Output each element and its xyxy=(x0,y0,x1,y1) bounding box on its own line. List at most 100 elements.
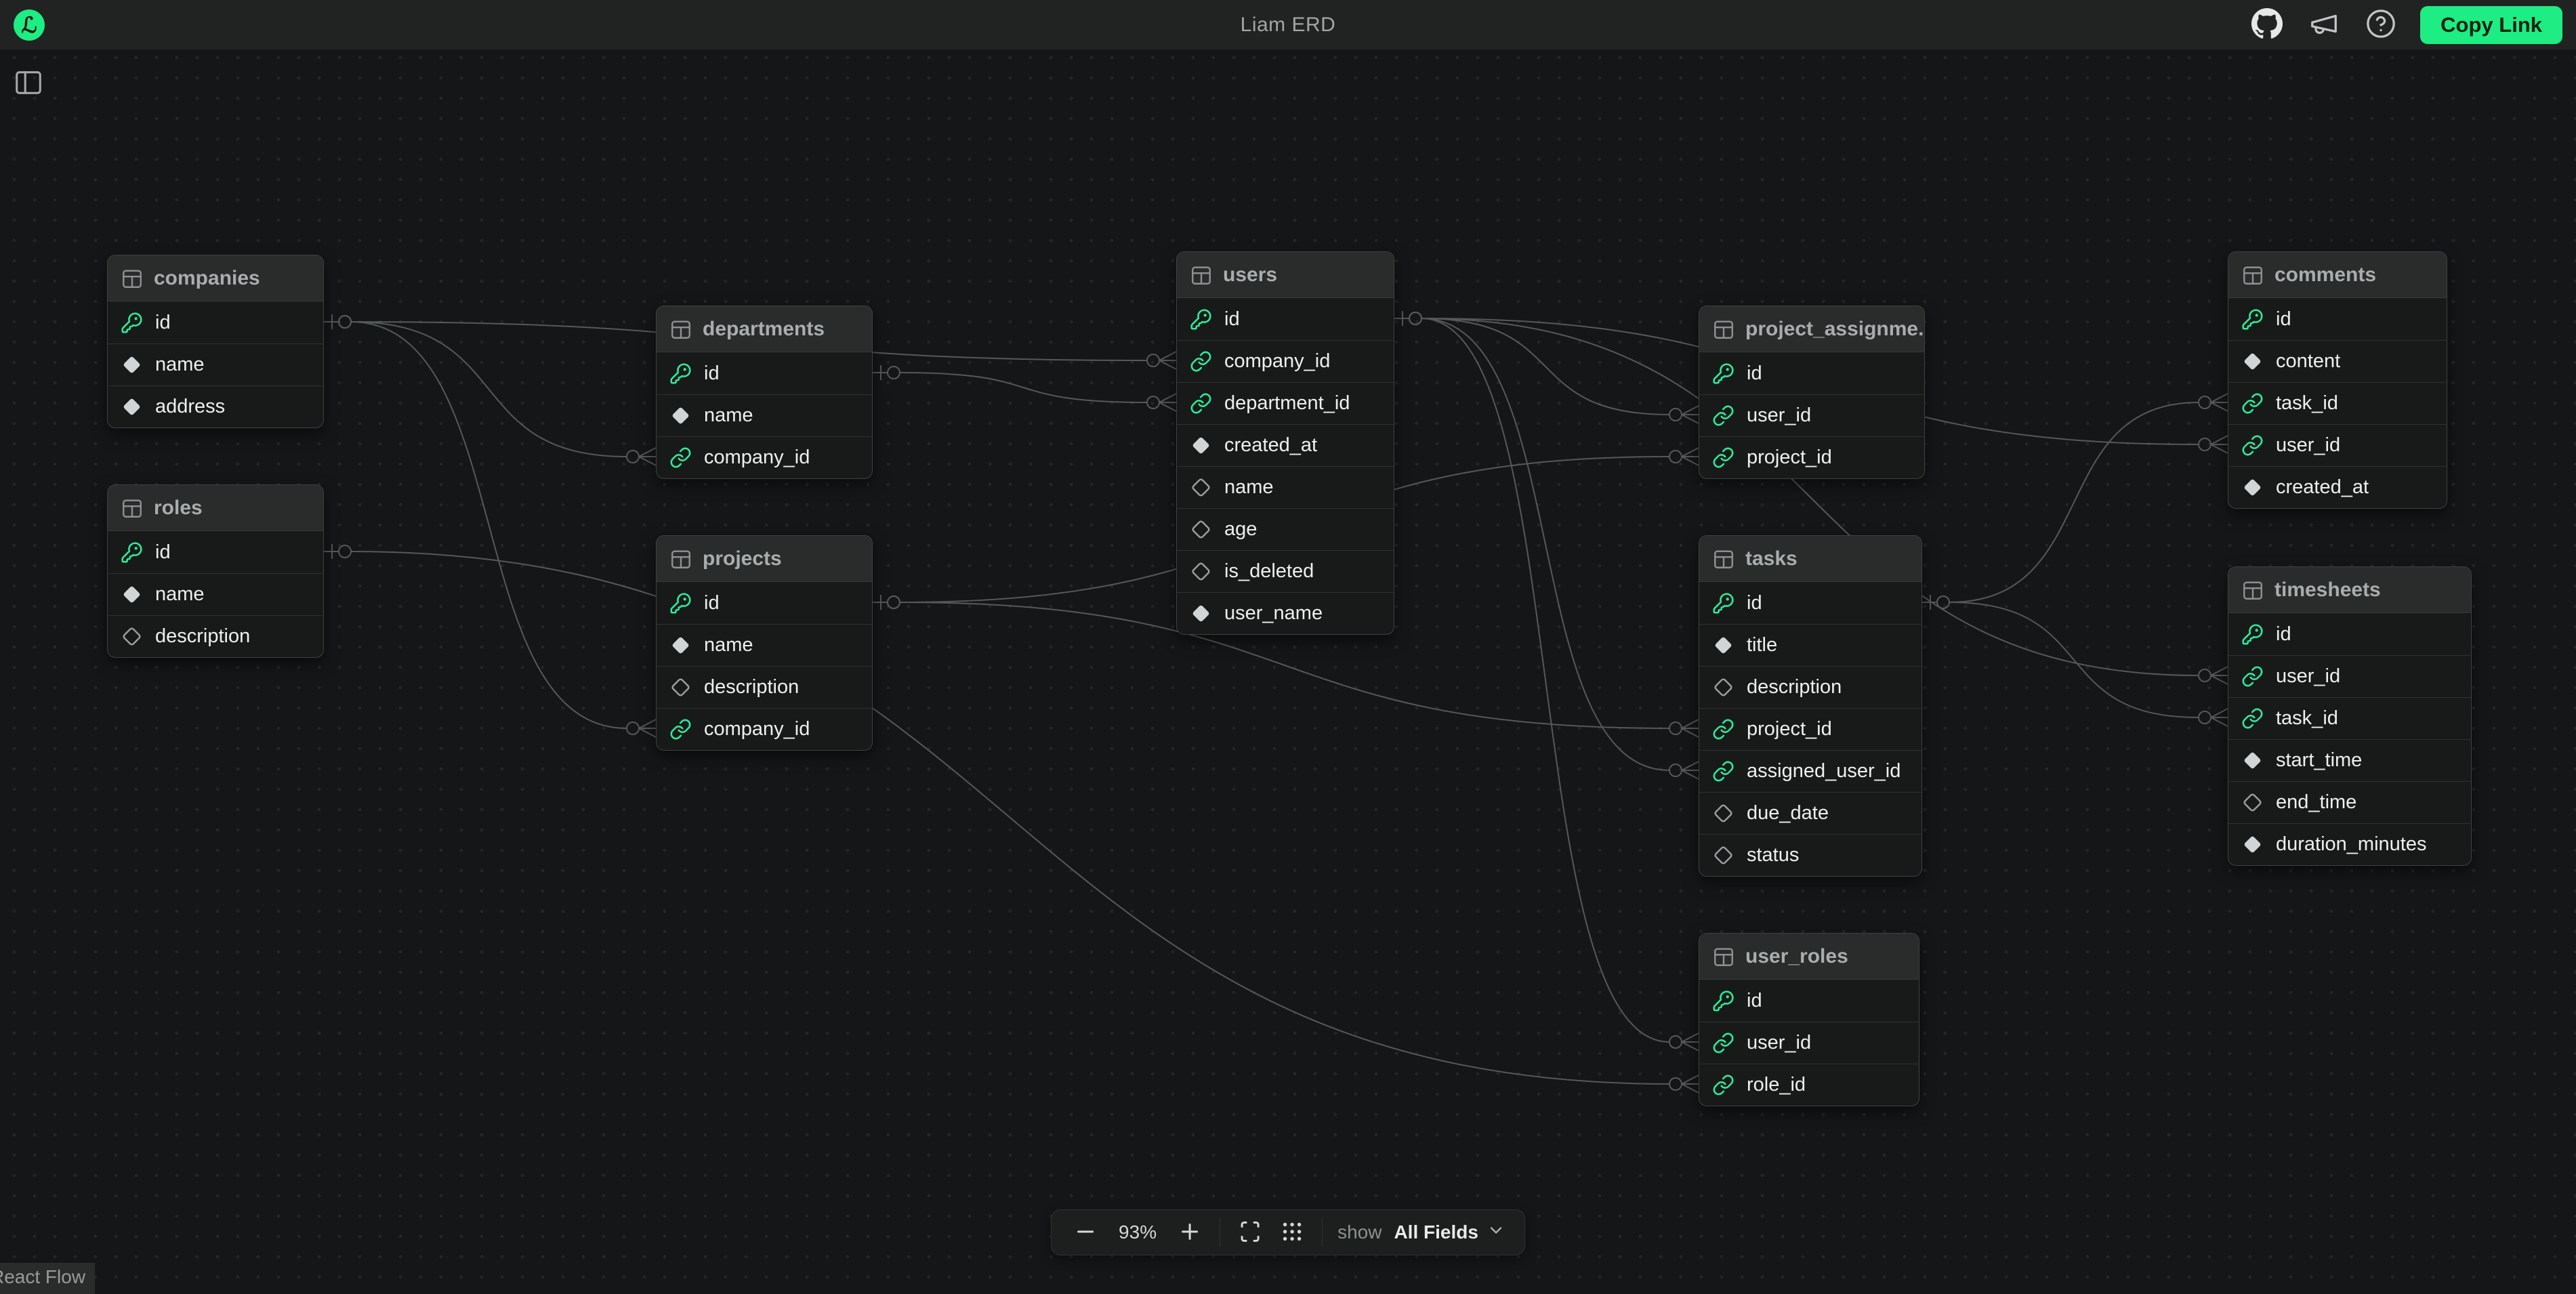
table-columns: id title description project_id assigned… xyxy=(1699,582,1921,876)
table-name: departments xyxy=(703,318,825,341)
panel-left-icon xyxy=(13,90,44,100)
table-column-row[interactable]: id xyxy=(1177,298,1394,340)
erd-canvas[interactable]: companies id name address roles id name … xyxy=(0,0,2576,1294)
table-card-roles[interactable]: roles id name description xyxy=(107,484,324,658)
table-icon xyxy=(1190,264,1213,287)
table-column-row[interactable]: description xyxy=(657,666,872,708)
table-column-row[interactable]: status xyxy=(1699,834,1921,876)
table-column-row[interactable]: user_id xyxy=(2228,424,2447,466)
table-column-row[interactable]: due_date xyxy=(1699,792,1921,834)
table-column-row[interactable]: id xyxy=(2228,298,2447,340)
fit-view-button[interactable] xyxy=(1235,1217,1265,1247)
table-column-row[interactable]: user_id xyxy=(2228,655,2471,697)
table-column-row[interactable]: id xyxy=(108,531,323,573)
not-null-icon xyxy=(1190,434,1212,457)
table-column-row[interactable]: address xyxy=(108,385,323,427)
table-column-row[interactable]: id xyxy=(1699,582,1921,624)
table-column-row[interactable]: role_id xyxy=(1699,1064,1919,1106)
table-column-row[interactable]: name xyxy=(657,394,872,436)
table-column-row[interactable]: age xyxy=(1177,508,1394,550)
table-card-user_roles[interactable]: user_roles id user_id role_id xyxy=(1699,933,1919,1106)
table-column-row[interactable]: start_time xyxy=(2228,739,2471,781)
chevron-down-icon xyxy=(1487,1221,1505,1245)
table-column-row[interactable]: task_id xyxy=(2228,382,2447,424)
table-column-row[interactable]: created_at xyxy=(2228,466,2447,508)
table-column-row[interactable]: id xyxy=(657,352,872,394)
table-column-row[interactable]: name xyxy=(657,624,872,666)
column-name: user_id xyxy=(2276,665,2340,688)
table-column-row[interactable]: department_id xyxy=(1177,382,1394,424)
table-columns: id user_id role_id xyxy=(1699,980,1919,1106)
table-column-row[interactable]: content xyxy=(2228,340,2447,382)
column-name: name xyxy=(704,634,753,656)
table-card-companies[interactable]: companies id name address xyxy=(107,255,324,428)
table-column-row[interactable]: duration_minutes xyxy=(2228,823,2471,865)
table-column-row[interactable]: user_id xyxy=(1699,394,1924,436)
column-name: content xyxy=(2276,350,2340,373)
table-card-projects[interactable]: projects id name description company_id xyxy=(656,535,873,751)
column-name: id xyxy=(704,362,720,385)
foreign-key-icon xyxy=(1712,1074,1734,1096)
liam-logo[interactable]: ℒ xyxy=(14,9,45,41)
table-column-row[interactable]: id xyxy=(657,582,872,624)
table-card-users[interactable]: users id company_id department_id create… xyxy=(1176,251,1394,635)
table-column-row[interactable]: id xyxy=(1699,352,1924,394)
table-column-row[interactable]: description xyxy=(1699,666,1921,708)
table-card-timesheets[interactable]: timesheets id user_id task_id start_time… xyxy=(2228,566,2472,866)
table-header: roles xyxy=(108,485,323,531)
table-card-comments[interactable]: comments id content task_id user_id crea… xyxy=(2228,251,2447,509)
table-column-row[interactable]: id xyxy=(108,301,323,343)
zoom-out-button[interactable] xyxy=(1071,1217,1100,1247)
not-null-icon xyxy=(2241,833,2264,856)
table-column-row[interactable]: user_name xyxy=(1177,592,1394,634)
table-card-tasks[interactable]: tasks id title description project_id as… xyxy=(1699,535,1922,877)
show-mode-dropdown[interactable]: All Fields xyxy=(1394,1221,1505,1245)
column-name: due_date xyxy=(1747,802,1829,825)
minus-icon xyxy=(1073,1219,1098,1246)
table-column-row[interactable]: title xyxy=(1699,624,1921,666)
table-header: user_roles xyxy=(1699,934,1919,980)
column-name: task_id xyxy=(2276,392,2338,415)
zoom-in-button[interactable] xyxy=(1175,1217,1205,1247)
table-column-row[interactable]: end_time xyxy=(2228,781,2471,823)
help-button[interactable] xyxy=(2363,7,2398,43)
not-null-icon xyxy=(121,583,143,606)
table-column-row[interactable]: name xyxy=(108,573,323,615)
table-column-row[interactable]: project_id xyxy=(1699,708,1921,750)
announcements-button[interactable] xyxy=(2306,7,2342,43)
table-column-row[interactable]: name xyxy=(1177,466,1394,508)
table-column-row[interactable]: name xyxy=(108,343,323,385)
table-column-row[interactable]: is_deleted xyxy=(1177,550,1394,592)
table-column-row[interactable]: project_id xyxy=(1699,436,1924,478)
table-column-row[interactable]: company_id xyxy=(657,436,872,478)
table-column-row[interactable]: id xyxy=(2228,613,2471,655)
column-name: age xyxy=(1224,518,1257,541)
table-icon xyxy=(669,318,692,341)
table-columns: id user_id project_id xyxy=(1699,352,1924,478)
grid-dots-icon xyxy=(1280,1219,1304,1246)
tidy-up-button[interactable] xyxy=(1277,1217,1307,1247)
table-column-row[interactable]: task_id xyxy=(2228,697,2471,739)
table-column-row[interactable]: created_at xyxy=(1177,424,1394,466)
table-card-project_assignments[interactable]: project_assignme... id user_id project_i… xyxy=(1699,306,1925,479)
table-column-row[interactable]: user_id xyxy=(1699,1022,1919,1064)
foreign-key-icon xyxy=(1712,1032,1734,1054)
table-columns: id name company_id xyxy=(657,352,872,478)
copy-link-button[interactable]: Copy Link xyxy=(2420,6,2562,44)
table-card-departments[interactable]: departments id name company_id xyxy=(656,306,873,479)
megaphone-icon xyxy=(2308,8,2340,41)
table-header: comments xyxy=(2228,252,2447,298)
table-name: tasks xyxy=(1745,547,1798,570)
table-column-row[interactable]: company_id xyxy=(657,708,872,750)
react-flow-attribution[interactable]: React Flow xyxy=(0,1263,95,1294)
github-button[interactable] xyxy=(2249,7,2285,43)
column-name: assigned_user_id xyxy=(1747,760,1900,782)
table-column-row[interactable]: company_id xyxy=(1177,340,1394,382)
table-column-row[interactable]: assigned_user_id xyxy=(1699,750,1921,792)
sidebar-toggle-button[interactable] xyxy=(11,66,46,101)
relationship-edges xyxy=(0,0,2576,1294)
table-column-row[interactable]: id xyxy=(1699,980,1919,1022)
table-column-row[interactable]: description xyxy=(108,615,323,657)
column-name: description xyxy=(1747,676,1842,698)
primary-key-icon xyxy=(1712,990,1734,1012)
